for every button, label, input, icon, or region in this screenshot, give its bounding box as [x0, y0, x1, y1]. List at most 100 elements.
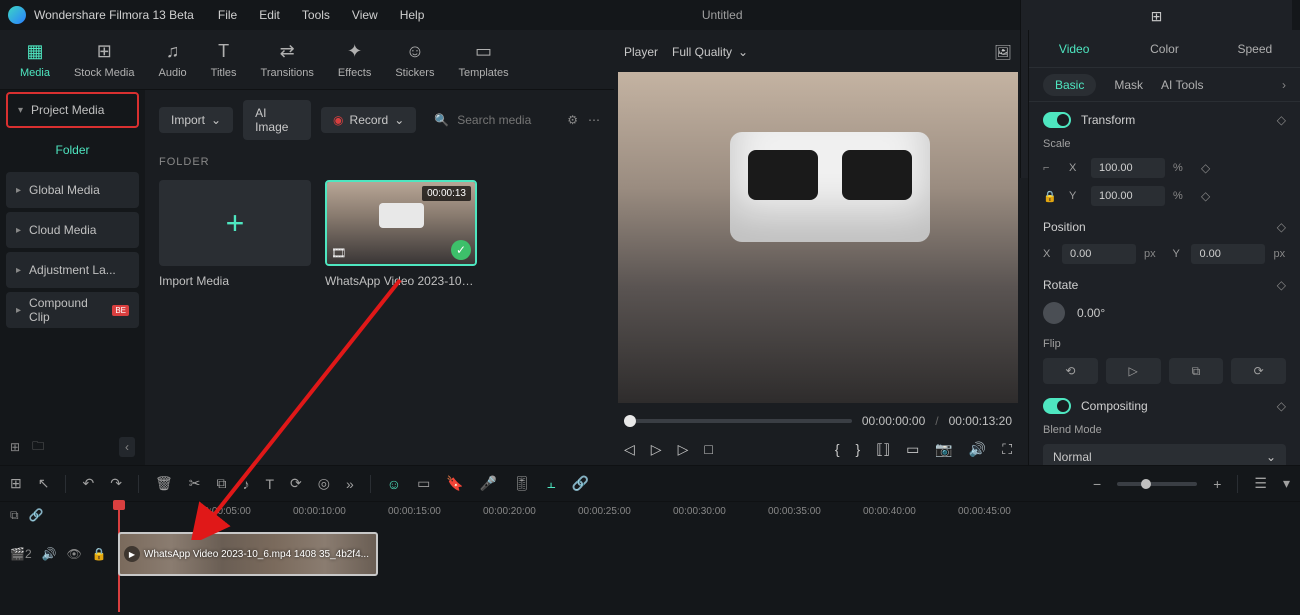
sidebar-global-media[interactable]: ▸Global Media	[6, 172, 139, 208]
ruler[interactable]: 00:00:05:00 00:00:10:00 00:00:15:00 00:0…	[118, 502, 1300, 528]
volume-icon[interactable]: 🔊	[969, 441, 986, 458]
mark-out-icon[interactable]: }	[856, 441, 861, 457]
tl-clip-icon[interactable]: ▭	[417, 475, 430, 492]
tl-mic-icon[interactable]: 🎤	[480, 475, 497, 492]
track-lock-icon[interactable]: 🔒	[92, 547, 107, 561]
inspector-tab-color[interactable]: Color	[1119, 42, 1209, 56]
tl-speed-icon[interactable]: ⟳	[290, 475, 302, 492]
tl-link2-icon[interactable]: 🔗	[29, 508, 44, 522]
tab-audio[interactable]: ♫Audio	[159, 41, 187, 79]
sidebar-compound-clip[interactable]: ▸Compound ClipBE	[6, 292, 139, 328]
subtab-more[interactable]: ›	[1282, 78, 1286, 92]
keyframe-icon[interactable]: ◇	[1277, 220, 1286, 234]
tab-effects[interactable]: ✦Effects	[338, 41, 371, 79]
track-mute-icon[interactable]: 🔊	[42, 547, 57, 561]
ai-image-button[interactable]: AI Image	[243, 100, 311, 140]
filter-icon[interactable]: ⚙	[567, 113, 578, 127]
tl-grid-icon[interactable]: ⊞	[10, 475, 22, 492]
record-button[interactable]: ◉Record⌄	[321, 107, 416, 133]
camera-icon[interactable]: 📷	[935, 441, 952, 458]
subtab-ai-tools[interactable]: AI Tools	[1161, 78, 1203, 92]
display-icon[interactable]: ▭	[906, 441, 919, 458]
scale-y-input[interactable]	[1091, 186, 1165, 206]
keyframe-icon[interactable]: ◇	[1277, 399, 1286, 413]
pos-x-input[interactable]	[1062, 244, 1136, 264]
play-icon[interactable]: ▷	[678, 441, 689, 458]
tl-music-icon[interactable]: ♪	[242, 476, 249, 492]
flip-v-button[interactable]: ▷	[1106, 358, 1161, 384]
tab-transitions[interactable]: ⇄Transitions	[261, 41, 314, 79]
import-button[interactable]: Import⌄	[159, 107, 233, 133]
sidebar-adjustment-layer[interactable]: ▸Adjustment La...	[6, 252, 139, 288]
flip-h-button[interactable]: ⟲	[1043, 358, 1098, 384]
media-clip-tile[interactable]: 00:00:13 🎞 ✓ WhatsApp Video 2023-10-05..…	[325, 180, 477, 288]
subtab-mask[interactable]: Mask	[1114, 78, 1143, 92]
tl-zoom-out-icon[interactable]: −	[1093, 476, 1101, 492]
more-icon[interactable]: ⋯	[588, 113, 600, 127]
pos-y-input[interactable]	[1191, 244, 1265, 264]
fullscreen-icon[interactable]: ⛶	[1002, 441, 1012, 458]
stop-icon[interactable]: □	[704, 441, 712, 457]
quality-select[interactable]: Full Quality ⌄	[672, 45, 748, 59]
tl-view-icon[interactable]: ☰	[1254, 475, 1267, 492]
menu-file[interactable]: File	[218, 8, 237, 22]
tl-more-icon[interactable]: »	[346, 476, 354, 492]
sidebar-folder[interactable]: Folder	[6, 132, 139, 168]
range-icon[interactable]: ⟦⟧	[876, 441, 890, 458]
new-folder-icon[interactable]: 🗀	[32, 437, 44, 458]
subtab-basic[interactable]: Basic	[1043, 74, 1096, 96]
menu-edit[interactable]: Edit	[259, 8, 280, 22]
scrub-bar[interactable]	[624, 419, 852, 423]
tab-media[interactable]: ▦Media	[20, 41, 50, 79]
menu-help[interactable]: Help	[400, 8, 425, 22]
sidebar-project-media[interactable]: ▾Project Media	[6, 92, 139, 128]
timeline-clip[interactable]: ▶ WhatsApp Video 2023-10_6.mp4 1408 35_4…	[118, 532, 378, 576]
tab-titles[interactable]: TTitles	[211, 41, 237, 79]
scale-x-input[interactable]	[1091, 158, 1165, 178]
tl-ai-icon[interactable]: ☺	[387, 476, 401, 492]
keyframe-icon[interactable]: ◇	[1277, 113, 1286, 127]
tl-zoom-in-icon[interactable]: +	[1213, 476, 1221, 492]
mark-in-icon[interactable]: {	[835, 441, 840, 457]
tl-settings-icon[interactable]: ▾	[1283, 475, 1290, 492]
tab-stickers[interactable]: ☺Stickers	[395, 41, 434, 79]
apps-icon[interactable]: ⊞	[1149, 8, 1165, 24]
inspector-tab-speed[interactable]: Speed	[1210, 42, 1300, 56]
lock-icon[interactable]: 🔒	[1043, 190, 1061, 203]
sidebar-cloud-media[interactable]: ▸Cloud Media	[6, 212, 139, 248]
tl-pointer-icon[interactable]: ↖	[38, 475, 50, 492]
tl-mixer-icon[interactable]: 🎚	[513, 475, 531, 492]
tl-dup-icon[interactable]: ⧉	[10, 508, 19, 523]
rotate-knob[interactable]	[1043, 302, 1065, 324]
collapse-sidebar[interactable]: ‹	[119, 437, 135, 457]
tab-templates[interactable]: ▭Templates	[458, 41, 508, 79]
import-media-tile[interactable]: + Import Media	[159, 180, 311, 288]
snapshot-icon[interactable]: 🖼	[994, 44, 1012, 61]
menu-tools[interactable]: Tools	[302, 8, 330, 22]
tl-undo-icon[interactable]: ↶	[82, 475, 94, 492]
play-backward-icon[interactable]: ▷	[651, 441, 662, 458]
inspector-tab-video[interactable]: Video	[1029, 42, 1119, 56]
tl-color-icon[interactable]: ◎	[318, 475, 330, 492]
tl-text-icon[interactable]: T	[265, 476, 274, 492]
keyframe-icon[interactable]: ◇	[1201, 189, 1210, 203]
new-bin-icon[interactable]: ⊞	[10, 440, 20, 454]
flip-copy-button[interactable]: ⧉	[1169, 358, 1224, 384]
tl-split-icon[interactable]: ✂	[189, 475, 201, 492]
tl-delete-icon[interactable]: 🗑	[155, 475, 173, 492]
blend-mode-select[interactable]: Normal⌄	[1043, 444, 1286, 465]
scrub-knob[interactable]	[624, 415, 636, 427]
tl-link-icon[interactable]: 🔗	[571, 475, 588, 492]
transform-toggle[interactable]	[1043, 112, 1071, 128]
prev-frame-icon[interactable]: ◁	[624, 441, 635, 458]
tab-stock-media[interactable]: ⊞Stock Media	[74, 41, 135, 79]
tl-magnet-icon[interactable]: ⫠	[547, 475, 555, 492]
menu-view[interactable]: View	[352, 8, 378, 22]
tl-zoom-slider[interactable]	[1117, 482, 1197, 486]
keyframe-icon[interactable]: ◇	[1201, 161, 1210, 175]
keyframe-icon[interactable]: ◇	[1277, 278, 1286, 292]
search-input[interactable]	[457, 113, 557, 127]
flip-reset-button[interactable]: ⟳	[1231, 358, 1286, 384]
preview-viewport[interactable]	[618, 72, 1018, 403]
track-visible-icon[interactable]: 👁	[67, 547, 82, 561]
